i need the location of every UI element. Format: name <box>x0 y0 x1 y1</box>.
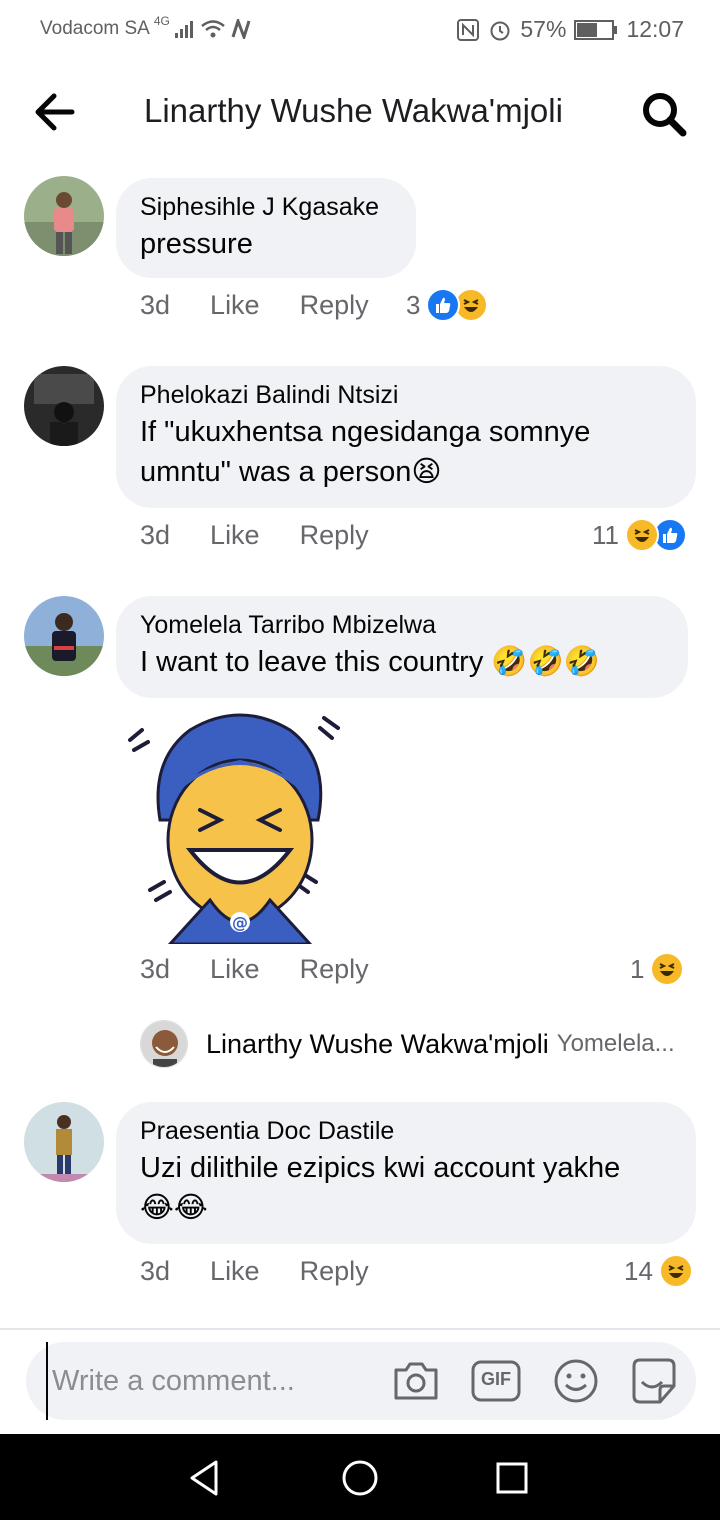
nfc-icon <box>457 18 480 41</box>
composer-divider <box>0 1328 720 1330</box>
sticker[interactable]: @ <box>120 700 360 946</box>
reaction-count: 1 <box>630 953 645 984</box>
comment-age: 3d <box>140 290 171 320</box>
reply-button[interactable]: Reply <box>300 1256 369 1287</box>
reply-snippet: Yomelela... <box>556 1030 675 1057</box>
laugh-icon <box>650 952 685 986</box>
smiley-icon <box>554 1359 598 1403</box>
status-left: Vodacom SA 4G <box>40 14 252 40</box>
battery-icon <box>574 19 618 40</box>
reaction-summary[interactable]: 1 <box>630 952 685 986</box>
comment-author[interactable]: Phelokazi Balindi Ntsizi <box>140 378 670 412</box>
avatar[interactable] <box>24 596 104 676</box>
comment-actions: 3d Like Reply <box>140 520 409 551</box>
laughing-boy-sticker: @ <box>128 713 340 946</box>
nav-home-button[interactable] <box>338 1456 382 1500</box>
reply-button[interactable]: Reply <box>300 290 369 321</box>
comment-age: 3d <box>140 1256 171 1286</box>
comment-actions: 3d Like Reply <box>140 290 409 321</box>
reaction-summary[interactable]: 11 <box>592 518 687 552</box>
profile-photo <box>141 1021 187 1067</box>
reaction-count: 3 <box>406 289 421 320</box>
search-button[interactable] <box>638 88 690 140</box>
reply-author: Linarthy Wushe Wakwa'mjoli <box>206 1028 549 1059</box>
like-button[interactable]: Like <box>210 520 260 551</box>
like-button[interactable]: Like <box>210 1256 260 1287</box>
comment-age: 3d <box>140 954 171 984</box>
profile-photo <box>24 366 104 446</box>
reply-button[interactable]: Reply <box>300 520 369 551</box>
laugh-icon <box>658 1254 693 1288</box>
status-bar: Vodacom SA 4G 57% 12:07 <box>0 0 720 62</box>
comment-text-line-2: umntu" was a person😫 <box>140 456 442 488</box>
status-right: 57% 12:07 <box>456 16 684 43</box>
wifi-icon <box>201 20 225 38</box>
comment-input[interactable] <box>46 1342 366 1420</box>
search-icon <box>643 93 687 137</box>
avatar[interactable] <box>24 176 104 256</box>
comment-text-line-2: 😂😂 <box>140 1192 208 1224</box>
camera-icon <box>394 1362 438 1400</box>
square-recents-icon <box>496 1462 528 1494</box>
comment-actions: 3d Like Reply <box>140 954 409 985</box>
comment-author[interactable]: Yomelela Tarribo Mbizelwa <box>140 608 662 642</box>
avatar <box>140 1020 188 1068</box>
back-button[interactable] <box>28 88 80 136</box>
gif-label: GIF <box>481 1369 511 1389</box>
signal-icon <box>174 21 193 38</box>
avatar[interactable] <box>24 366 104 446</box>
comment-bubble[interactable]: Yomelela Tarribo Mbizelwa I want to leav… <box>116 596 688 698</box>
comment-actions: 3d Like Reply <box>140 1256 409 1287</box>
reply-button[interactable]: Reply <box>300 954 369 985</box>
sticker-button[interactable] <box>628 1356 680 1406</box>
comment-author[interactable]: Siphesihle J Kgasake <box>140 190 390 224</box>
reaction-count: 14 <box>624 1255 653 1286</box>
back-arrow-icon <box>35 93 75 131</box>
profile-photo <box>24 596 104 676</box>
gif-button[interactable]: GIF <box>470 1356 522 1406</box>
triangle-back-icon <box>190 1460 218 1496</box>
comment-author[interactable]: Praesentia Doc Dastile <box>140 1114 670 1148</box>
alarm-icon <box>490 21 510 40</box>
reaction-count: 11 <box>592 519 619 550</box>
reaction-summary[interactable]: 3 <box>406 288 489 322</box>
comment-bubble[interactable]: Praesentia Doc Dastile Uzi dilithile ezi… <box>116 1102 696 1244</box>
laugh-icon <box>625 518 659 552</box>
comment-composer: GIF <box>26 1342 696 1420</box>
network-type: 4G <box>153 14 170 28</box>
reaction-summary[interactable]: 14 <box>624 1254 693 1288</box>
nav-recents-button[interactable] <box>490 1456 534 1500</box>
page-title: Linarthy Wushe Wakwa'mjoli <box>144 92 563 129</box>
avatar[interactable] <box>24 1102 104 1182</box>
comment-bubble[interactable]: Siphesihle J Kgasake pressure <box>116 178 416 278</box>
emoji-button[interactable] <box>550 1356 602 1406</box>
circle-home-icon <box>342 1460 378 1496</box>
battery-percent: 57% <box>520 16 567 42</box>
comment-text-line-1: Uzi dilithile ezipics kwi account yakhe <box>140 1152 621 1184</box>
system-nav-bar <box>0 1434 720 1520</box>
comment-bubble[interactable]: Phelokazi Balindi Ntsizi If "ukuxhentsa … <box>116 366 696 508</box>
nav-back-button[interactable] <box>184 1456 228 1500</box>
reply-preview[interactable]: Linarthy Wushe Wakwa'mjoli Yomelela... <box>140 1020 675 1068</box>
profile-photo <box>24 176 104 256</box>
header: Linarthy Wushe Wakwa'mjoli <box>0 62 720 162</box>
carrier-name: Vodacom SA <box>40 18 150 39</box>
svg-text:@: @ <box>232 913 248 932</box>
like-icon <box>426 288 461 322</box>
camera-button[interactable] <box>390 1356 442 1406</box>
comment-age: 3d <box>140 520 171 550</box>
nfc-n-icon <box>231 19 251 39</box>
sticker-icon <box>632 1358 676 1404</box>
comment-text: pressure <box>140 228 253 260</box>
comment-text-line-1: If "ukuxhentsa ngesidanga somnye <box>140 416 591 448</box>
like-button[interactable]: Like <box>210 290 260 321</box>
like-button[interactable]: Like <box>210 954 260 985</box>
comment-text: I want to leave this country 🤣🤣🤣 <box>140 646 600 678</box>
clock-time: 12:07 <box>626 16 684 42</box>
profile-photo <box>24 1102 104 1182</box>
